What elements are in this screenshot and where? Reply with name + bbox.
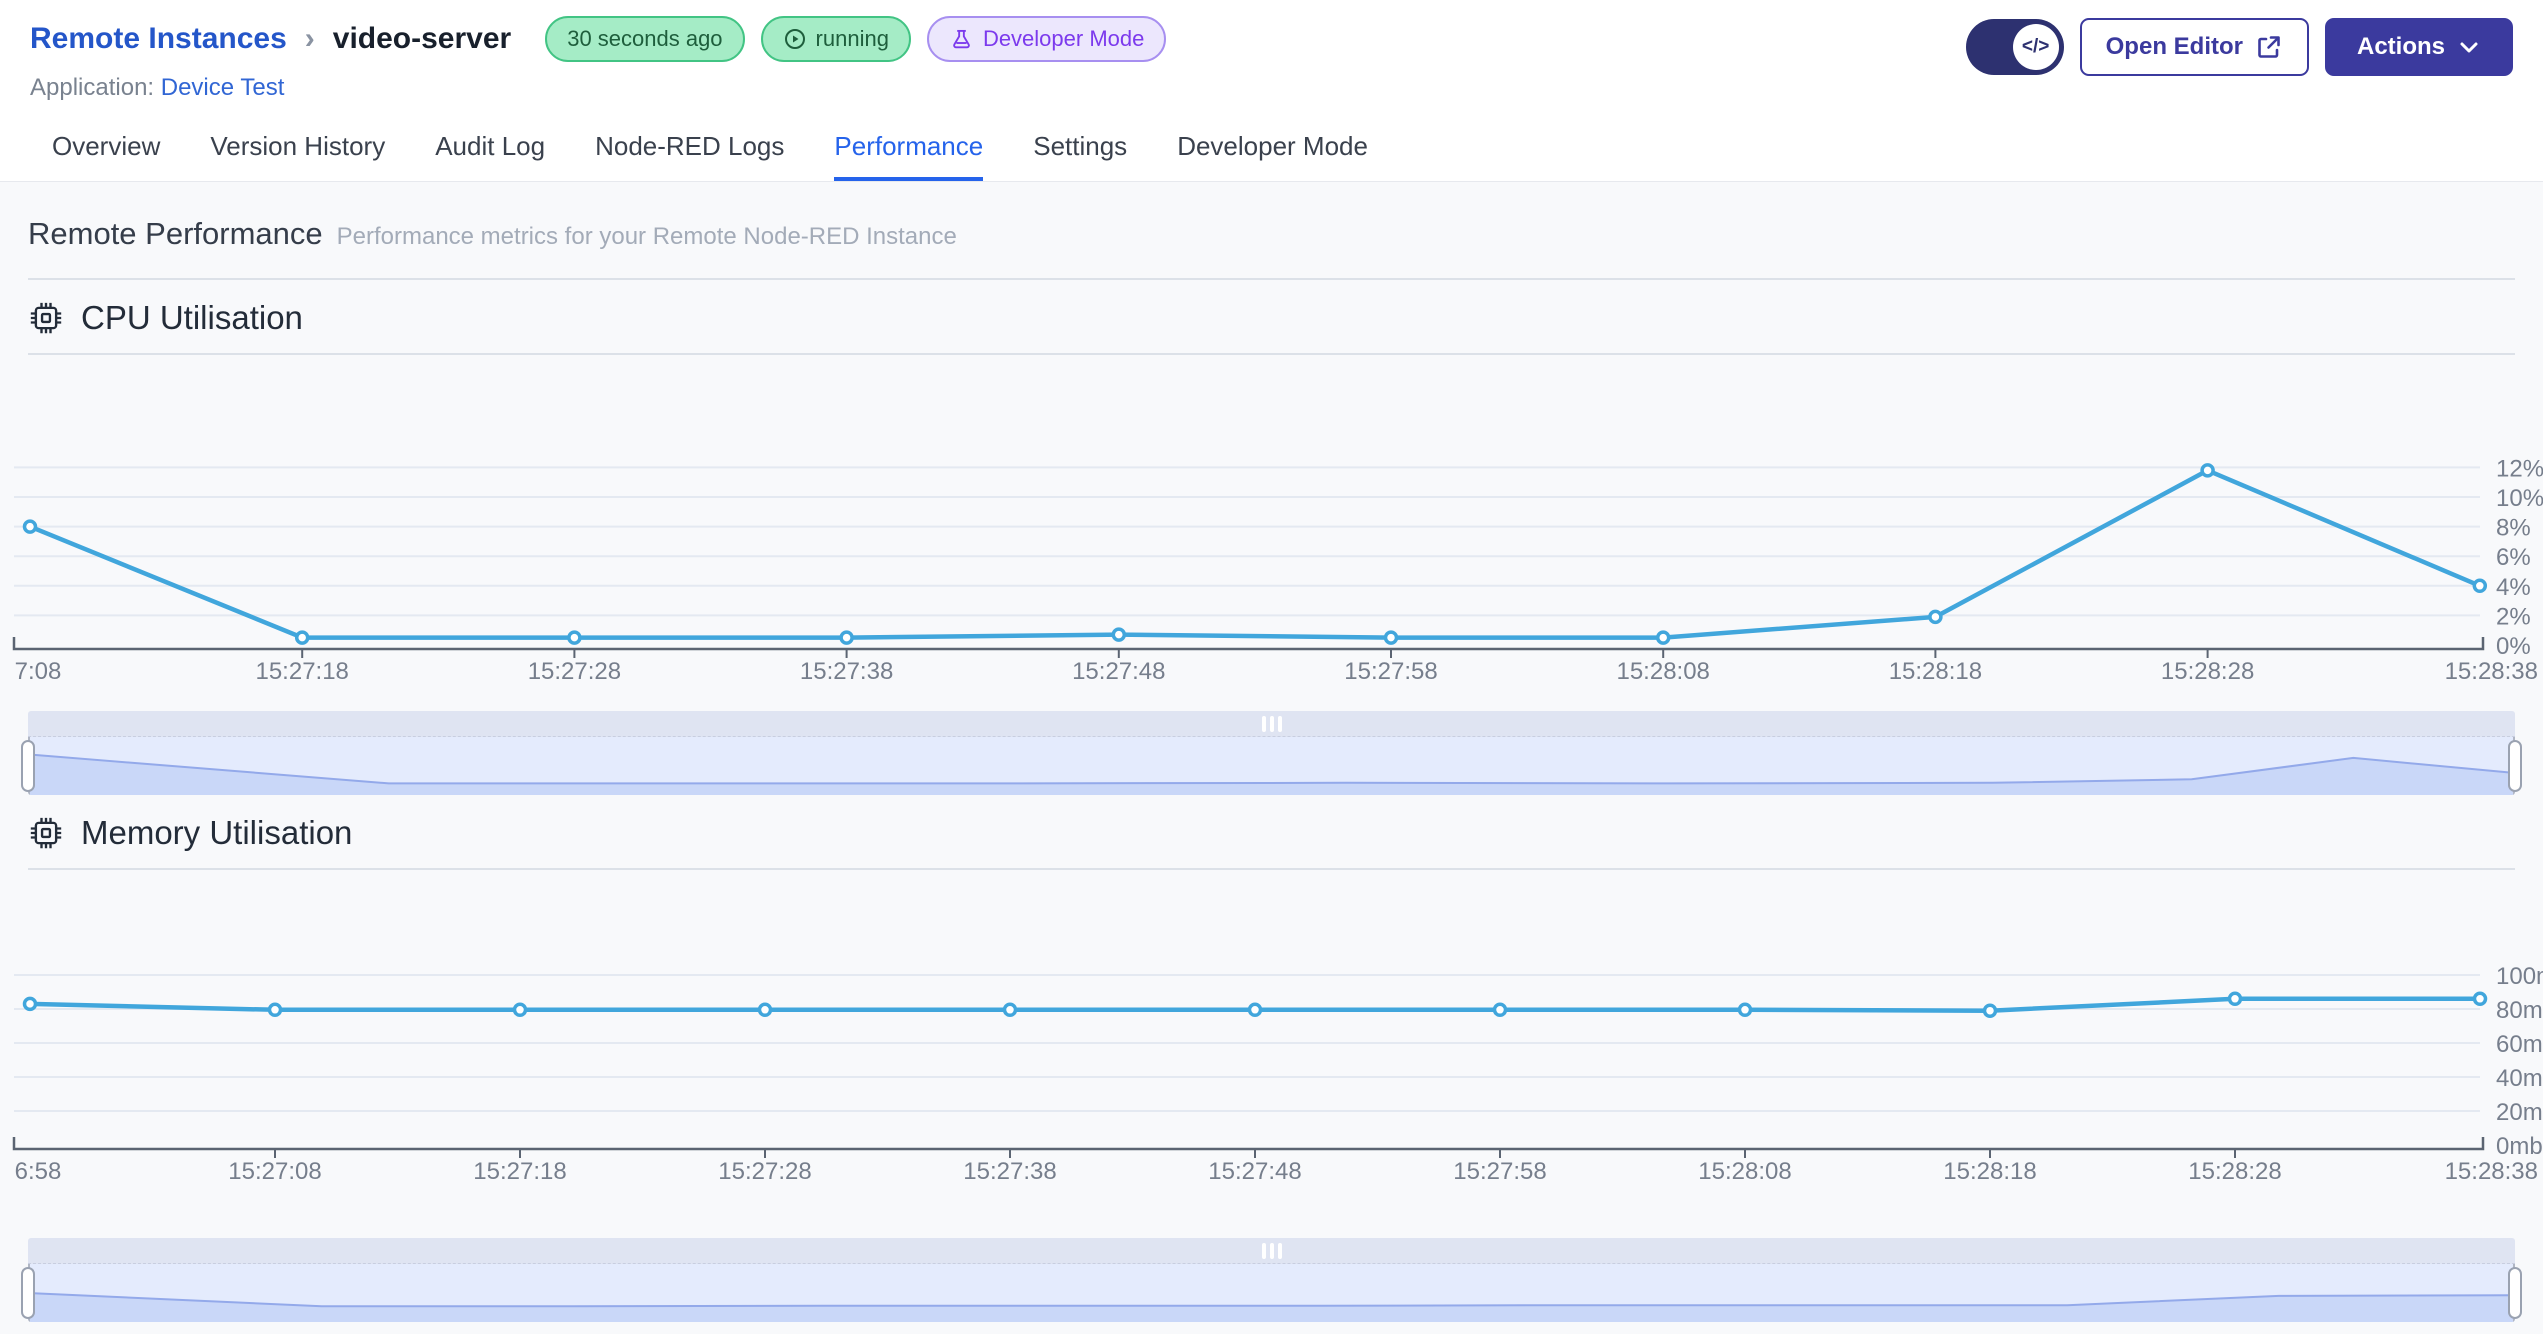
actions-label: Actions bbox=[2356, 33, 2445, 60]
svg-text:0%: 0% bbox=[2496, 633, 2531, 660]
svg-text:15:27:08: 15:27:08 bbox=[228, 1158, 321, 1185]
memory-section-header: Memory Utilisation bbox=[28, 813, 2515, 853]
svg-text:15:28:08: 15:28:08 bbox=[1698, 1158, 1791, 1185]
cpu-brush-minimap bbox=[28, 753, 2515, 795]
application-row: Application: Device Test bbox=[30, 74, 1166, 102]
svg-text:15:27:58: 15:27:58 bbox=[1344, 658, 1437, 685]
tab-developer-mode[interactable]: Developer Mode bbox=[1177, 112, 1368, 181]
tab-node-red-logs[interactable]: Node-RED Logs bbox=[595, 112, 784, 181]
svg-text:15:27:28: 15:27:28 bbox=[718, 1158, 811, 1185]
svg-text:4%: 4% bbox=[2496, 574, 2531, 601]
svg-text:15:27:28: 15:27:28 bbox=[528, 658, 621, 685]
open-editor-button[interactable]: Open Editor bbox=[2079, 18, 2309, 76]
last-seen-text: 30 seconds ago bbox=[567, 26, 723, 51]
memory-brush-area[interactable] bbox=[28, 1264, 2515, 1322]
developer-mode-text: Developer Mode bbox=[982, 26, 1145, 51]
cpu-brush-strip[interactable] bbox=[28, 711, 2515, 737]
divider bbox=[28, 278, 2515, 280]
svg-text:100mb: 100mb bbox=[2496, 963, 2543, 990]
status-text: running bbox=[815, 26, 889, 51]
performance-panel: Remote Performance Performance metrics f… bbox=[0, 216, 2543, 1322]
svg-text:15:28:38: 15:28:38 bbox=[2445, 658, 2538, 685]
cpu-section-title: CPU Utilisation bbox=[81, 299, 303, 336]
svg-text:15:28:28: 15:28:28 bbox=[2161, 658, 2254, 685]
svg-text:15:27:38: 15:27:38 bbox=[963, 1158, 1056, 1185]
memory-brush-strip[interactable] bbox=[28, 1238, 2515, 1264]
page-subtitle: Performance metrics for your Remote Node… bbox=[336, 223, 957, 250]
application-label: Application: bbox=[30, 74, 155, 101]
cpu-brush-left-handle[interactable] bbox=[21, 740, 35, 792]
svg-text:60mb: 60mb bbox=[2496, 1031, 2543, 1058]
page-title: Remote Performance bbox=[28, 216, 323, 251]
svg-text:15:27:48: 15:27:48 bbox=[1208, 1158, 1301, 1185]
tab-audit-log[interactable]: Audit Log bbox=[435, 112, 545, 181]
developer-mode-badge: Developer Mode bbox=[926, 16, 1167, 62]
svg-text:40mb: 40mb bbox=[2496, 1065, 2543, 1092]
memory-chart: 100mb 80mb 60mb 40mb 20mb 0mb 6:58 15:27:08 15:2… bbox=[12, 963, 2543, 1185]
application-link[interactable]: Device Test bbox=[161, 74, 285, 101]
drag-grip-icon[interactable] bbox=[1261, 716, 1282, 732]
breadcrumb-remote-instances[interactable]: Remote Instances bbox=[30, 22, 287, 56]
external-link-icon bbox=[2258, 36, 2280, 58]
cpu-brush-area[interactable] bbox=[28, 737, 2515, 795]
open-editor-label: Open Editor bbox=[2105, 33, 2243, 60]
svg-text:15:27:58: 15:27:58 bbox=[1453, 1158, 1546, 1185]
breadcrumb-instance-name: video-server bbox=[332, 22, 512, 55]
play-circle-icon bbox=[784, 29, 805, 49]
flask-icon bbox=[953, 29, 970, 48]
code-icon: </> bbox=[2012, 24, 2059, 70]
svg-text:15:28:38: 15:28:38 bbox=[2445, 1158, 2538, 1185]
svg-text:15:28:18: 15:28:18 bbox=[1889, 658, 1982, 685]
svg-text:7:08: 7:08 bbox=[15, 658, 62, 685]
chevron-down-icon bbox=[2460, 42, 2478, 53]
drag-grip-icon[interactable] bbox=[1261, 1243, 1282, 1259]
tab-performance[interactable]: Performance bbox=[834, 112, 984, 181]
svg-text:15:28:28: 15:28:28 bbox=[2188, 1158, 2281, 1185]
status-badge: running bbox=[760, 16, 911, 62]
tab-bar: Overview Version History Audit Log Node-RED… bbox=[0, 112, 2543, 182]
breadcrumb: Remote Instances › video-server 30 secon… bbox=[30, 16, 1167, 62]
divider bbox=[28, 868, 2515, 870]
cpu-brush-right-handle[interactable] bbox=[2508, 740, 2522, 792]
svg-text:15:27:18: 15:27:18 bbox=[473, 1158, 566, 1185]
svg-text:15:27:38: 15:27:38 bbox=[800, 658, 893, 685]
developer-mode-toggle[interactable]: </> bbox=[1965, 19, 2064, 75]
memory-brush-minimap bbox=[28, 1292, 2515, 1322]
svg-text:12%: 12% bbox=[2496, 455, 2543, 482]
svg-text:20mb: 20mb bbox=[2496, 1099, 2543, 1126]
svg-text:6%: 6% bbox=[2496, 544, 2531, 571]
cpu-section-header: CPU Utilisation bbox=[28, 298, 2515, 338]
actions-button[interactable]: Actions bbox=[2324, 18, 2513, 76]
svg-text:80mb: 80mb bbox=[2496, 997, 2543, 1024]
memory-chip-icon bbox=[30, 817, 62, 849]
svg-text:15:27:48: 15:27:48 bbox=[1072, 658, 1165, 685]
cpu-chart: 12% 10% 8%6% 4%2% 0% 7:08 15:27:18 15:27:28 15:2… bbox=[12, 455, 2543, 685]
svg-text:15:28:18: 15:28:18 bbox=[1943, 1158, 2036, 1185]
svg-text:2%: 2% bbox=[2496, 603, 2531, 630]
svg-text:15:27:18: 15:27:18 bbox=[255, 658, 348, 685]
svg-text:15:28:08: 15:28:08 bbox=[1616, 658, 1709, 685]
tab-overview[interactable]: Overview bbox=[52, 112, 160, 181]
section-title-row: Remote Performance Performance metrics f… bbox=[28, 216, 2515, 252]
cpu-chip-icon bbox=[30, 302, 62, 334]
cpu-chart-brush[interactable] bbox=[21, 711, 2522, 795]
memory-section-title: Memory Utilisation bbox=[81, 814, 353, 851]
memory-brush-right-handle[interactable] bbox=[2508, 1267, 2522, 1319]
memory-brush-left-handle[interactable] bbox=[21, 1267, 35, 1319]
svg-text:8%: 8% bbox=[2496, 515, 2531, 542]
tab-settings[interactable]: Settings bbox=[1033, 112, 1127, 181]
svg-text:10%: 10% bbox=[2496, 485, 2543, 512]
breadcrumb-separator-icon: › bbox=[304, 22, 315, 55]
svg-text:0mb: 0mb bbox=[2496, 1133, 2543, 1160]
page-header: Remote Instances › video-server 30 secon… bbox=[0, 0, 2543, 112]
last-seen-badge: 30 seconds ago bbox=[545, 16, 745, 62]
tab-version-history[interactable]: Version History bbox=[210, 112, 385, 181]
memory-chart-brush[interactable] bbox=[21, 1238, 2522, 1322]
svg-text:6:58: 6:58 bbox=[15, 1158, 62, 1185]
